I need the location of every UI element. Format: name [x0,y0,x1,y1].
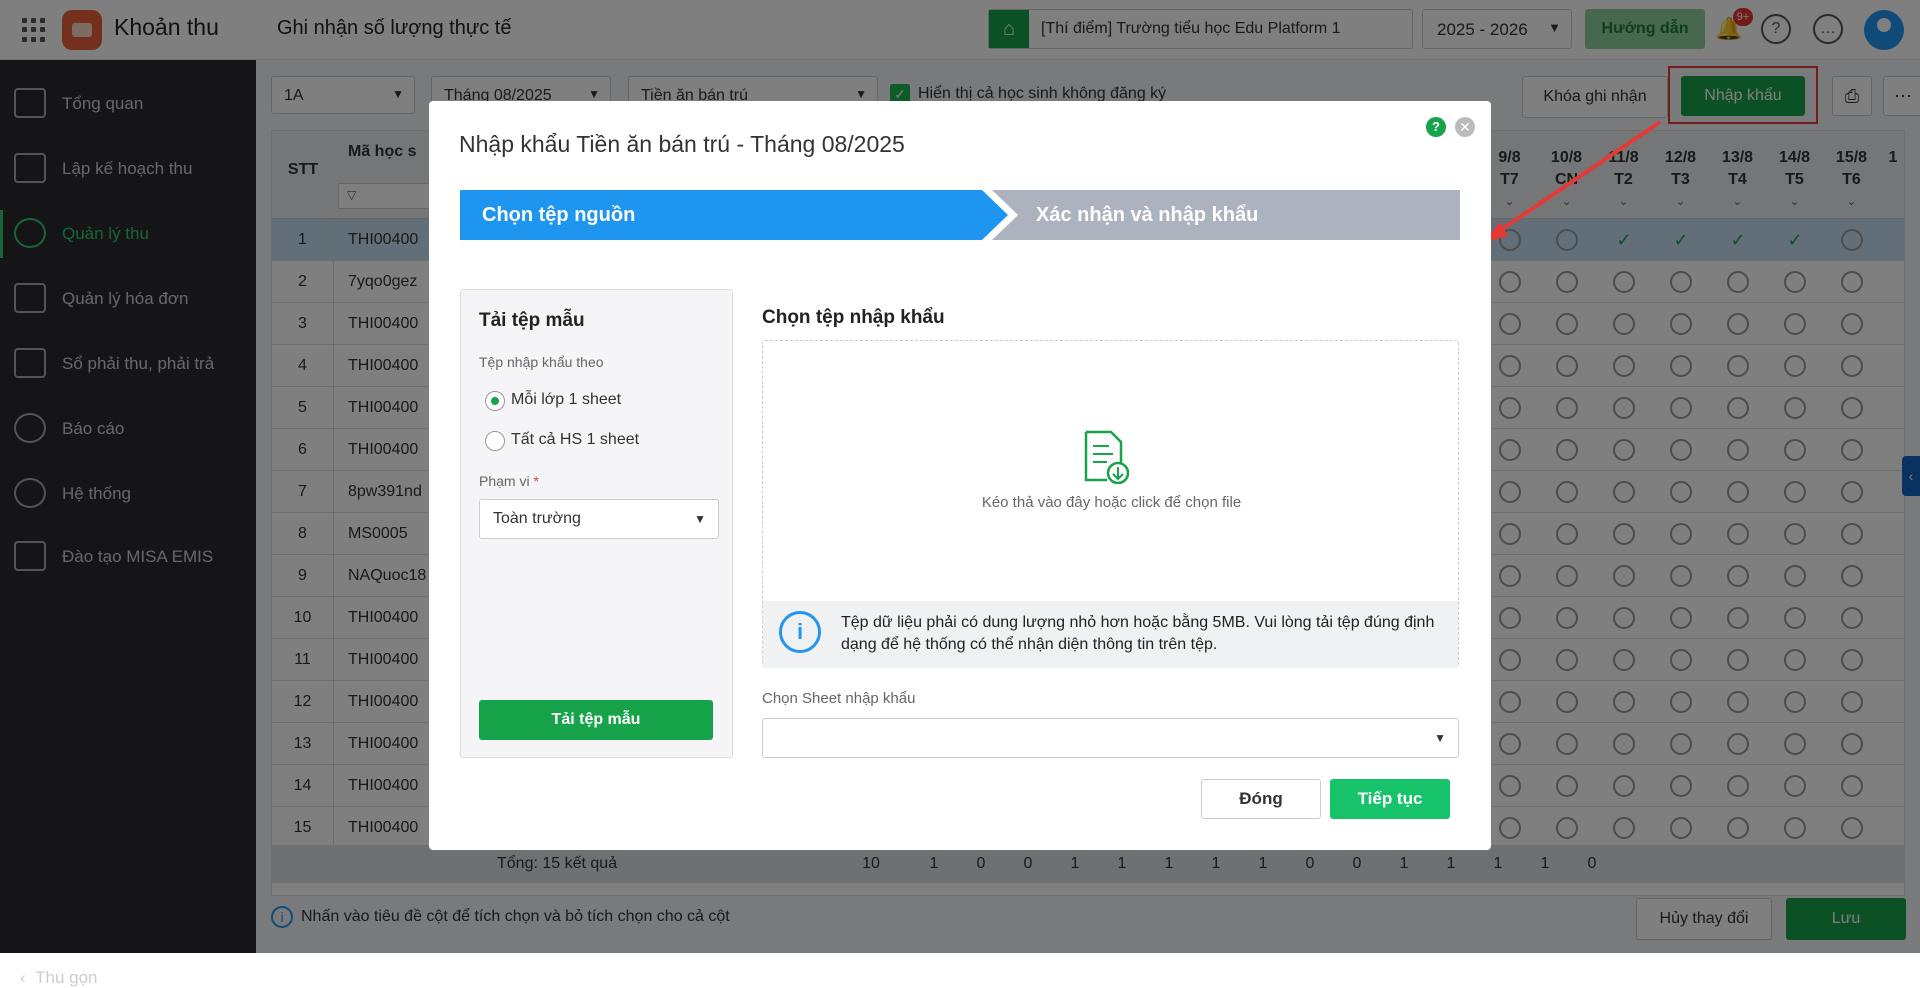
info-icon: i [779,611,821,653]
file-dropzone[interactable]: Kéo thả vào đây hoặc click để chọn file … [762,340,1459,668]
dropzone-text: Kéo thả vào đây hoặc click để chọn file [981,494,1242,511]
scope-select[interactable]: Toàn trường ▼ [479,499,719,539]
close-button[interactable]: Đóng [1201,779,1321,819]
dialog-title: Nhập khẩu Tiền ăn bán trú - Tháng 08/202… [459,131,905,157]
choose-file-title: Chọn tệp nhập khẩu [762,307,945,328]
close-icon[interactable]: ✕ [1455,117,1475,137]
scope-value: Toàn trường [493,510,581,527]
chevron-left-icon: ‹ [20,968,26,987]
scope-label-text: Phạm vi [479,473,530,489]
radio-all-students[interactable] [485,431,505,451]
collapse-label: Thu gọn [35,968,98,987]
continue-button[interactable]: Tiếp tục [1330,779,1450,819]
step-choose-source: Chọn tệp nguồn [460,190,1008,240]
template-panel: Tải tệp mẫu Tệp nhập khẩu theo Mỗi lớp 1… [460,289,733,758]
radio-per-class[interactable] [485,391,505,411]
import-dialog: Nhập khẩu Tiền ăn bán trú - Tháng 08/202… [429,101,1491,850]
help-icon[interactable]: ? [1426,117,1446,137]
file-download-icon [1084,430,1129,484]
import-by-label: Tệp nhập khẩu theo [479,354,604,370]
sheet-select[interactable]: ▼ [762,718,1459,758]
collapse-button[interactable]: ‹ Thu gọn [20,968,98,988]
radio-per-class-label[interactable]: Mỗi lớp 1 sheet [511,391,621,409]
required-mark: * [533,473,539,489]
step-confirm-import: Xác nhận và nhập khẩu [992,190,1460,240]
file-info-box: i Tệp dữ liệu phải có dung lượng nhỏ hơn… [763,601,1458,668]
scope-label: Phạm vi * [479,473,539,489]
chevron-down-icon: ▼ [694,512,706,526]
info-text: Tệp dữ liệu phải có dung lượng nhỏ hơn h… [841,614,1435,653]
template-title: Tải tệp mẫu [479,310,585,331]
sheet-label: Chọn Sheet nhập khẩu [762,690,916,707]
chevron-down-icon: ▼ [1434,731,1446,745]
download-template-button[interactable]: Tải tệp mẫu [479,700,713,740]
step-indicator: Chọn tệp nguồn Xác nhận và nhập khẩu [460,190,1460,240]
radio-all-students-label[interactable]: Tất cả HS 1 sheet [511,431,639,449]
